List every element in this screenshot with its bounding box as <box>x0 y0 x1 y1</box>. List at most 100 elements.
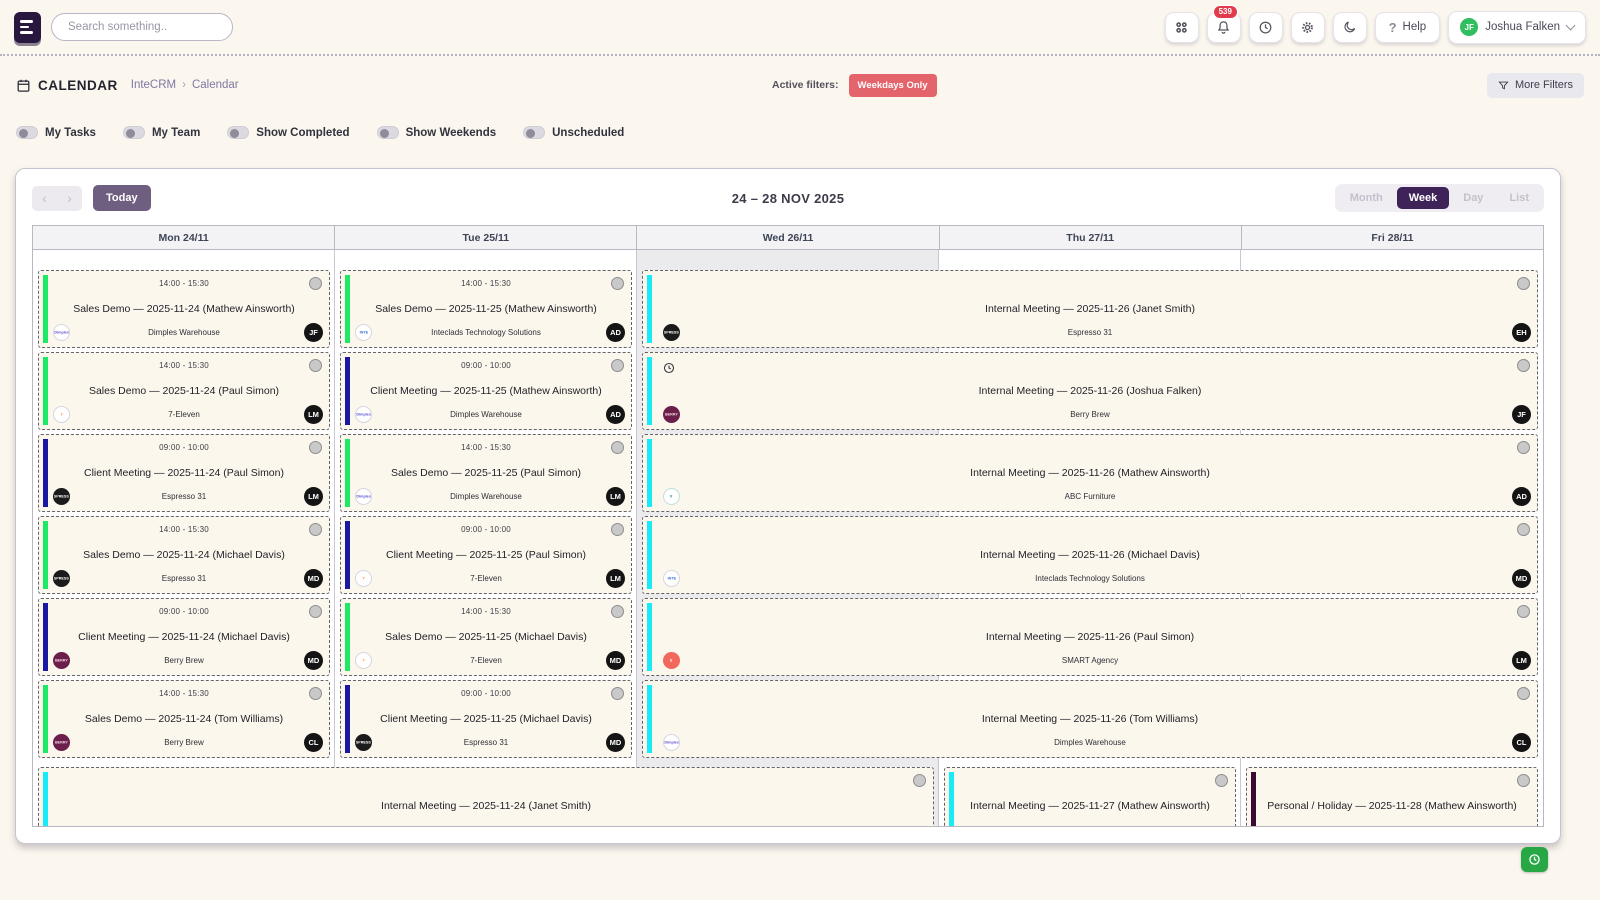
event-status-circle[interactable] <box>1517 605 1530 618</box>
event-card[interactable]: Internal Meeting — 2025-11-24 (Janet Smi… <box>38 767 934 827</box>
event-card[interactable]: 14:00 - 15:30Sales Demo — 2025-11-24 (Mi… <box>38 516 330 594</box>
event-status-circle[interactable] <box>309 277 322 290</box>
event-status-circle[interactable] <box>1517 523 1530 536</box>
toggle-knob <box>126 129 135 138</box>
company-logo: Dimples <box>355 488 372 505</box>
user-avatar: JF <box>1460 18 1478 36</box>
event-company: Inteclads Technology Solutions <box>643 574 1537 583</box>
assignee-avatar: MD <box>606 651 625 670</box>
help-button[interactable]: ? Help <box>1375 12 1441 43</box>
event-card[interactable]: 09:00 - 10:00Client Meeting — 2025-11-24… <box>38 434 330 512</box>
event-card[interactable]: Internal Meeting — 2025-11-26 (Mathew Ai… <box>642 434 1538 512</box>
toggle-show-weekends[interactable]: Show Weekends <box>377 126 497 139</box>
event-status-circle[interactable] <box>1517 687 1530 700</box>
event-status-circle[interactable] <box>611 605 624 618</box>
event-card[interactable]: 14:00 - 15:30Sales Demo — 2025-11-25 (Mi… <box>340 598 632 676</box>
breadcrumb-page[interactable]: Calendar <box>192 79 239 91</box>
notifications-button[interactable]: 539 <box>1207 12 1241 43</box>
company-logo: BERRY <box>663 406 680 423</box>
event-card[interactable]: 09:00 - 10:00Client Meeting — 2025-11-24… <box>38 598 330 676</box>
event-card[interactable]: Internal Meeting — 2025-11-26 (Janet Smi… <box>642 270 1538 348</box>
view-switcher: MonthWeekDayList <box>1335 184 1544 212</box>
page-title: CALENDAR <box>38 78 118 93</box>
breadcrumb-app[interactable]: InteCRM <box>131 79 176 91</box>
event-status-circle[interactable] <box>309 605 322 618</box>
view-button-list[interactable]: List <box>1497 187 1541 209</box>
weekdays-only-filter-badge[interactable]: Weekdays Only <box>849 74 937 97</box>
time-tracker-fab[interactable] <box>1521 847 1548 872</box>
moon-icon <box>1343 20 1357 34</box>
event-status-circle[interactable] <box>913 774 926 787</box>
event-card[interactable]: Internal Meeting — 2025-11-26 (Joshua Fa… <box>642 352 1538 430</box>
event-title: Client Meeting — 2025-11-25 (Michael Dav… <box>355 713 617 725</box>
assignee-avatar: JF <box>1512 405 1531 424</box>
recent-activity-button[interactable] <box>1249 12 1283 43</box>
event-title: Internal Meeting — 2025-11-26 (Tom Willi… <box>657 713 1523 725</box>
toggle-switch[interactable] <box>227 126 249 139</box>
view-button-week[interactable]: Week <box>1397 187 1450 209</box>
company-logo-text: V <box>670 495 672 499</box>
dark-mode-button[interactable] <box>1333 12 1367 43</box>
user-menu-button[interactable]: JF Joshua Falken <box>1448 11 1586 44</box>
event-card[interactable]: Personal / Holiday — 2025-11-28 (Mathew … <box>1246 767 1538 827</box>
more-filters-button[interactable]: More Filters <box>1487 73 1584 98</box>
event-card[interactable]: 14:00 - 15:30Sales Demo — 2025-11-24 (Ma… <box>38 270 330 348</box>
event-status-circle[interactable] <box>1517 277 1530 290</box>
event-card[interactable]: Internal Meeting — 2025-11-26 (Paul Simo… <box>642 598 1538 676</box>
event-status-circle[interactable] <box>611 359 624 372</box>
event-status-circle[interactable] <box>611 277 624 290</box>
event-status-circle[interactable] <box>309 359 322 372</box>
toggle-switch[interactable] <box>16 126 38 139</box>
apps-grid-button[interactable] <box>1165 12 1199 43</box>
toggle-switch[interactable] <box>377 126 399 139</box>
event-status-circle[interactable] <box>1517 359 1530 372</box>
toggle-my-team[interactable]: My Team <box>123 126 200 139</box>
event-status-circle[interactable] <box>1517 441 1530 454</box>
event-card[interactable]: 09:00 - 10:00Client Meeting — 2025-11-25… <box>340 516 632 594</box>
hamburger-menu-button[interactable] <box>14 12 41 43</box>
column-header-0: Mon 24/11 <box>33 226 335 249</box>
event-card[interactable]: 09:00 - 10:00Client Meeting — 2025-11-25… <box>340 352 632 430</box>
toggle-show-completed[interactable]: Show Completed <box>227 126 349 139</box>
event-status-circle[interactable] <box>611 441 624 454</box>
chevron-down-icon <box>1566 21 1576 31</box>
settings-button[interactable] <box>1291 12 1325 43</box>
event-card[interactable]: 14:00 - 15:30Sales Demo — 2025-11-25 (Ma… <box>340 270 632 348</box>
event-status-circle[interactable] <box>309 523 322 536</box>
event-title: Sales Demo — 2025-11-25 (Paul Simon) <box>355 467 617 479</box>
event-card[interactable]: 09:00 - 10:00Client Meeting — 2025-11-25… <box>340 680 632 758</box>
toggle-switch[interactable] <box>523 126 545 139</box>
toggle-switch[interactable] <box>123 126 145 139</box>
event-card[interactable]: 14:00 - 15:30Sales Demo — 2025-11-25 (Pa… <box>340 434 632 512</box>
company-logo: ESPRESSO <box>53 570 70 587</box>
event-company: Espresso 31 <box>39 492 329 501</box>
view-button-day[interactable]: Day <box>1451 187 1495 209</box>
breadcrumb: InteCRM › Calendar <box>131 79 239 91</box>
event-title: Sales Demo — 2025-11-25 (Michael Davis) <box>355 631 617 643</box>
more-filters-label: More Filters <box>1515 79 1573 91</box>
event-card[interactable]: 14:00 - 15:30Sales Demo — 2025-11-24 (To… <box>38 680 330 758</box>
event-title: Sales Demo — 2025-11-24 (Tom Williams) <box>53 713 315 725</box>
event-status-circle[interactable] <box>1517 774 1530 787</box>
toggle-my-tasks[interactable]: My Tasks <box>16 126 96 139</box>
event-status-circle[interactable] <box>309 687 322 700</box>
event-company: Dimples Warehouse <box>341 492 631 501</box>
column-header-3: Thu 27/11 <box>940 226 1242 249</box>
assignee-avatar: LM <box>606 487 625 506</box>
event-card[interactable]: Internal Meeting — 2025-11-26 (Michael D… <box>642 516 1538 594</box>
company-logo: V <box>663 488 680 505</box>
event-card[interactable]: Internal Meeting — 2025-11-27 (Mathew Ai… <box>944 767 1236 827</box>
column-header-1: Tue 25/11 <box>335 226 637 249</box>
event-status-circle[interactable] <box>309 441 322 454</box>
event-status-circle[interactable] <box>611 523 624 536</box>
event-card[interactable]: Internal Meeting — 2025-11-26 (Tom Willi… <box>642 680 1538 758</box>
event-status-circle[interactable] <box>611 687 624 700</box>
view-button-month[interactable]: Month <box>1338 187 1395 209</box>
event-card[interactable]: 14:00 - 15:30Sales Demo — 2025-11-24 (Pa… <box>38 352 330 430</box>
toggle-unscheduled[interactable]: Unscheduled <box>523 126 624 139</box>
company-logo-text: 7 <box>362 577 364 581</box>
company-logo: S <box>663 652 680 669</box>
search-input[interactable] <box>68 21 222 33</box>
event-status-circle[interactable] <box>1215 774 1228 787</box>
search-box[interactable] <box>51 13 233 41</box>
